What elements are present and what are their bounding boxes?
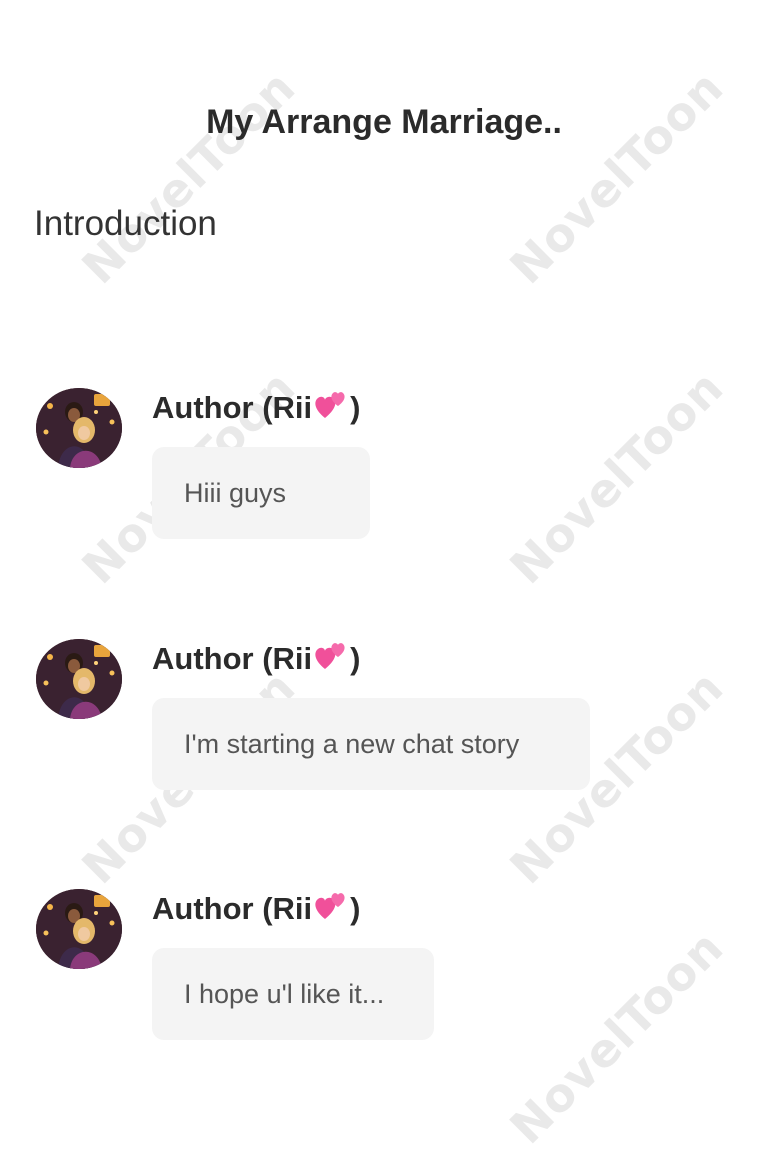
author-name-suffix: ): [350, 641, 361, 677]
author-avatar[interactable]: [36, 889, 122, 969]
author-name-text: Author (Rii: [152, 390, 313, 426]
message-bubble: I hope u'l like it...: [152, 948, 434, 1040]
author-name-suffix: ): [350, 390, 361, 426]
watermark-text: NovelToon: [499, 919, 734, 1154]
two-hearts-icon: [313, 388, 349, 432]
page-title: My Arrange Marriage..: [206, 103, 562, 141]
two-hearts-icon: [313, 639, 349, 683]
author-name: Author (Rii): [152, 388, 360, 428]
author-name: Author (Rii): [152, 889, 360, 929]
message-bubble: I'm starting a new chat story: [152, 698, 590, 790]
message-bubble: Hiii guys: [152, 447, 370, 539]
watermark-text: NovelToon: [499, 59, 734, 295]
author-avatar[interactable]: [36, 639, 122, 719]
author-name-text: Author (Rii: [152, 891, 313, 927]
author-name: Author (Rii): [152, 639, 360, 679]
chapter-heading: Introduction: [34, 204, 217, 243]
author-name-suffix: ): [350, 891, 361, 927]
watermark-text: NovelToon: [499, 359, 734, 595]
author-name-text: Author (Rii: [152, 641, 313, 677]
two-hearts-icon: [313, 889, 349, 933]
author-avatar[interactable]: [36, 388, 122, 468]
watermark-text: NovelToon: [71, 59, 306, 295]
